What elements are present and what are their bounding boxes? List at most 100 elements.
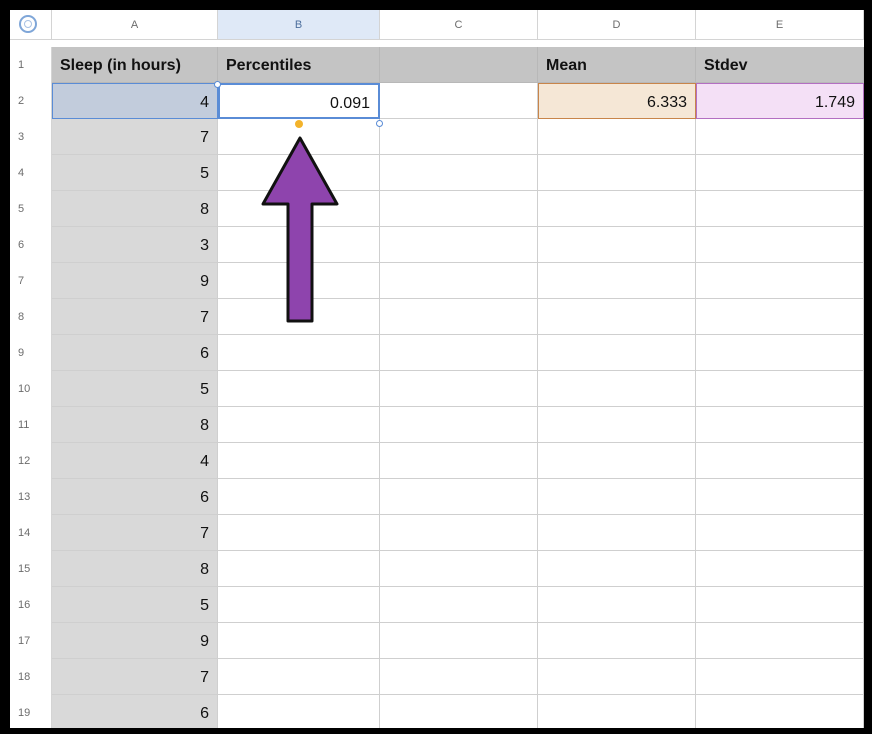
spreadsheet[interactable]: A B C D E 1 2 3 4 5 6 7 8 9 10 11 12 13 14 15 16 17 18 19 … <box>10 10 864 728</box>
cell-d3[interactable] <box>538 119 696 155</box>
column-header-b[interactable]: B <box>218 10 380 40</box>
cell-e18[interactable] <box>696 659 864 695</box>
cell-b15[interactable] <box>218 551 380 587</box>
cell-b9[interactable] <box>218 335 380 371</box>
cell-b19[interactable] <box>218 695 380 728</box>
cell-b6[interactable] <box>218 227 380 263</box>
cell-c14[interactable] <box>380 515 538 551</box>
row-header-10[interactable]: 10 <box>10 371 52 407</box>
cell-b4[interactable] <box>218 155 380 191</box>
cell-d2[interactable]: 6.333 <box>538 83 696 119</box>
cell-a5[interactable]: 8 <box>52 191 218 227</box>
cell-d13[interactable] <box>538 479 696 515</box>
row-header-11[interactable]: 11 <box>10 407 52 443</box>
cell-a18[interactable]: 7 <box>52 659 218 695</box>
cell-c15[interactable] <box>380 551 538 587</box>
cell-a12[interactable]: 4 <box>52 443 218 479</box>
cell-e6[interactable] <box>696 227 864 263</box>
cell-a3[interactable]: 7 <box>52 119 218 155</box>
cell-a11[interactable]: 8 <box>52 407 218 443</box>
row-header-15[interactable]: 15 <box>10 551 52 587</box>
cell-d12[interactable] <box>538 443 696 479</box>
cell-c19[interactable] <box>380 695 538 728</box>
cell-c2[interactable] <box>380 83 538 119</box>
cell-a13[interactable]: 6 <box>52 479 218 515</box>
cell-e10[interactable] <box>696 371 864 407</box>
cell-d9[interactable] <box>538 335 696 371</box>
row-header-17[interactable]: 17 <box>10 623 52 659</box>
cell-e15[interactable] <box>696 551 864 587</box>
cell-a7[interactable]: 9 <box>52 263 218 299</box>
cell-c9[interactable] <box>380 335 538 371</box>
cell-e12[interactable] <box>696 443 864 479</box>
cell-c18[interactable] <box>380 659 538 695</box>
cell-b2[interactable]: 0.091 <box>218 83 380 119</box>
cell-c6[interactable] <box>380 227 538 263</box>
cell-b12[interactable] <box>218 443 380 479</box>
row-header-12[interactable]: 12 <box>10 443 52 479</box>
cell-d14[interactable] <box>538 515 696 551</box>
cell-b11[interactable] <box>218 407 380 443</box>
cell-e8[interactable] <box>696 299 864 335</box>
cell-b5[interactable] <box>218 191 380 227</box>
row-header-16[interactable]: 16 <box>10 587 52 623</box>
row-header-13[interactable]: 13 <box>10 479 52 515</box>
cell-c16[interactable] <box>380 587 538 623</box>
row-header-3[interactable]: 3 <box>10 119 52 155</box>
cell-c8[interactable] <box>380 299 538 335</box>
cell-b7[interactable] <box>218 263 380 299</box>
cell-c11[interactable] <box>380 407 538 443</box>
row-header-1[interactable]: 1 <box>10 47 52 83</box>
row-header-9[interactable]: 9 <box>10 335 52 371</box>
cell-e11[interactable] <box>696 407 864 443</box>
select-all-corner[interactable] <box>10 10 52 40</box>
cell-b16[interactable] <box>218 587 380 623</box>
cell-b1[interactable]: Percentiles <box>218 47 380 83</box>
cell-c10[interactable] <box>380 371 538 407</box>
cell-a17[interactable]: 9 <box>52 623 218 659</box>
cell-d19[interactable] <box>538 695 696 728</box>
cell-a8[interactable]: 7 <box>52 299 218 335</box>
cell-d4[interactable] <box>538 155 696 191</box>
cell-b13[interactable] <box>218 479 380 515</box>
cell-c12[interactable] <box>380 443 538 479</box>
row-header-7[interactable]: 7 <box>10 263 52 299</box>
cell-c13[interactable] <box>380 479 538 515</box>
cell-d17[interactable] <box>538 623 696 659</box>
row-header-19[interactable]: 19 <box>10 695 52 728</box>
cell-a10[interactable]: 5 <box>52 371 218 407</box>
column-header-d[interactable]: D <box>538 10 696 40</box>
cell-e4[interactable] <box>696 155 864 191</box>
cell-d8[interactable] <box>538 299 696 335</box>
cell-e5[interactable] <box>696 191 864 227</box>
select-all-circle-icon[interactable] <box>19 15 37 33</box>
row-header-8[interactable]: 8 <box>10 299 52 335</box>
cell-a14[interactable]: 7 <box>52 515 218 551</box>
cell-d5[interactable] <box>538 191 696 227</box>
row-header-18[interactable]: 18 <box>10 659 52 695</box>
column-header-a[interactable]: A <box>52 10 218 40</box>
cell-a2[interactable]: 4 <box>52 83 218 119</box>
cell-c1[interactable] <box>380 47 538 83</box>
cell-a6[interactable]: 3 <box>52 227 218 263</box>
cell-b8[interactable] <box>218 299 380 335</box>
column-header-e[interactable]: E <box>696 10 864 40</box>
cell-a19[interactable]: 6 <box>52 695 218 728</box>
cell-e2[interactable]: 1.749 <box>696 83 864 119</box>
cell-a9[interactable]: 6 <box>52 335 218 371</box>
cell-e16[interactable] <box>696 587 864 623</box>
selection-handle-bottom-right[interactable] <box>376 120 383 127</box>
cell-d10[interactable] <box>538 371 696 407</box>
cell-b14[interactable] <box>218 515 380 551</box>
cell-b10[interactable] <box>218 371 380 407</box>
row-header-6[interactable]: 6 <box>10 227 52 263</box>
cell-e3[interactable] <box>696 119 864 155</box>
row-header-4[interactable]: 4 <box>10 155 52 191</box>
cell-d15[interactable] <box>538 551 696 587</box>
cell-a4[interactable]: 5 <box>52 155 218 191</box>
row-header-5[interactable]: 5 <box>10 191 52 227</box>
cell-e14[interactable] <box>696 515 864 551</box>
cell-c3[interactable] <box>380 119 538 155</box>
cell-c7[interactable] <box>380 263 538 299</box>
cell-e17[interactable] <box>696 623 864 659</box>
